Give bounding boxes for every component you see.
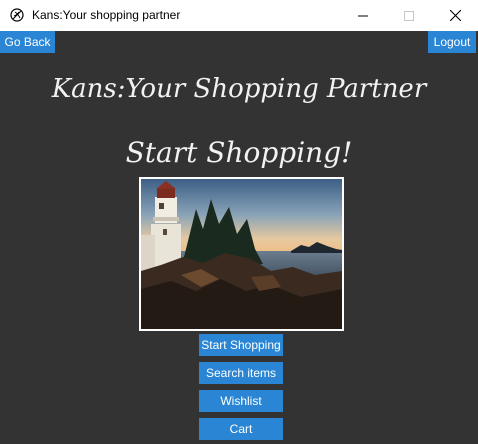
start-shopping-button[interactable]: Start Shopping [199, 334, 283, 356]
minimize-button[interactable] [340, 0, 386, 31]
start-shopping-heading: Start Shopping! [125, 136, 353, 169]
search-items-button[interactable]: Search items [199, 362, 283, 384]
title-bar: Kans:Your shopping partner [0, 0, 478, 31]
app-window: Kans:Your shopping partner Go Back Logou… [0, 0, 478, 444]
maximize-icon [404, 10, 414, 21]
maximize-button[interactable] [386, 0, 432, 31]
lighthouse-illustration [141, 179, 342, 329]
minimize-icon [358, 15, 368, 16]
go-back-button[interactable]: Go Back [0, 31, 55, 53]
app-heading: Kans:Your Shopping Partner [51, 74, 427, 104]
feather-app-icon [10, 8, 24, 22]
window-title: Kans:Your shopping partner [32, 8, 181, 22]
cart-button[interactable]: Cart [199, 418, 283, 440]
wishlist-button[interactable]: Wishlist [199, 390, 283, 412]
close-icon [449, 10, 461, 21]
close-button[interactable] [432, 0, 478, 31]
lighthouse-image [139, 177, 344, 331]
logout-button[interactable]: Logout [428, 31, 476, 53]
